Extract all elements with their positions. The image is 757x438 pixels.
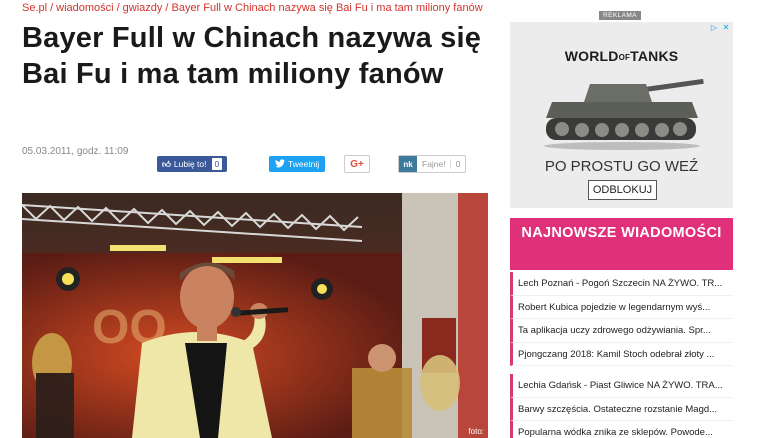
google-plus-icon: G+	[350, 158, 364, 170]
ad-brand-logo: WORLDOFTANKS	[510, 48, 733, 64]
breadcrumb-news[interactable]: wiadomości	[56, 2, 113, 14]
singer-on-stage-photo: OO	[22, 193, 488, 438]
tank-image	[544, 78, 704, 150]
tweet-label: Tweetnij	[288, 159, 320, 169]
news-item[interactable]: Lechia Gdańsk - Piast Gliwice NA ŻYWO. T…	[510, 374, 733, 398]
advertisement-banner[interactable]: ▷ ✕ WORLDOFTANKS PO PROSTU GO WEŹ ODBLOK…	[510, 22, 733, 208]
breadcrumb-stars[interactable]: gwiazdy	[123, 2, 163, 14]
breadcrumb-current[interactable]: Bayer Full w Chinach nazywa się Bai Fu i…	[171, 2, 482, 14]
news-item[interactable]: Pjongczang 2018: Kamil Stoch odebrał zło…	[510, 342, 733, 366]
news-item[interactable]: Ta aplikacja uczy zdrowego odżywiania. S…	[510, 319, 733, 343]
news-item[interactable]: Barwy szczęścia. Ostateczne rozstanie Ma…	[510, 397, 733, 421]
news-item[interactable]: Popularna wódka znika ze sklepów. Powode…	[510, 421, 733, 438]
facebook-like-button[interactable]: 👍︎ Lubię to! 0	[157, 156, 228, 172]
close-icon[interactable]: ✕	[721, 23, 731, 33]
twitter-bird-icon	[275, 158, 285, 170]
tweet-button[interactable]: Tweetnij	[269, 156, 326, 172]
latest-news-heading: NAJNOWSZE WIADOMOŚCI	[510, 218, 733, 270]
google-plus-button[interactable]: G+	[344, 155, 370, 173]
ad-brand-word-3: TANKS	[630, 48, 679, 64]
article-date: 05.03.2011, godz. 11:09	[22, 146, 129, 157]
article-photo[interactable]: OO foto:	[22, 193, 488, 438]
article-title: Bayer Full w Chinach nazywa się Bai Fu i…	[22, 22, 482, 90]
ad-label: REKLAMA	[599, 11, 641, 20]
ad-corner-controls: ▷ ✕	[709, 23, 731, 33]
news-item[interactable]: Robert Kubica pojedzie w legendarnym wyś…	[510, 295, 733, 319]
facebook-like-count: 0	[211, 158, 223, 170]
breadcrumb: Se.pl / wiadomości / gwiazdy / Bayer Full w Ch…	[22, 2, 483, 14]
breadcrumb-separator: /	[165, 2, 169, 14]
news-divider	[510, 366, 733, 374]
latest-news-list: Lech Poznań - Pogoń Szczecin NA ŻYWO. TR…	[510, 272, 733, 438]
unlock-button[interactable]: ODBLOKUJ	[588, 180, 657, 200]
nk-fajne-count: 0	[449, 159, 466, 169]
breadcrumb-home[interactable]: Se.pl	[22, 2, 47, 14]
breadcrumb-separator: /	[50, 2, 54, 14]
breadcrumb-separator: /	[116, 2, 120, 14]
nk-fajne-button[interactable]: nk Fajne! 0	[398, 155, 467, 173]
ad-brand-word-1: WORLD	[564, 48, 619, 64]
photo-credit: foto:	[468, 427, 484, 436]
ad-brand-word-2: OF	[618, 52, 631, 62]
ad-choices-icon[interactable]: ▷	[709, 23, 719, 33]
ad-slogan: PO PROSTU GO WEŹ	[544, 158, 699, 175]
news-item[interactable]: Lech Poznań - Pogoń Szczecin NA ŻYWO. TR…	[510, 272, 733, 296]
facebook-like-label: Lubię to!	[173, 159, 207, 169]
nk-fajne-label: Fajne!	[422, 159, 446, 169]
thumbs-up-icon: 👍︎	[162, 158, 171, 169]
nk-logo-icon: nk	[399, 156, 417, 172]
